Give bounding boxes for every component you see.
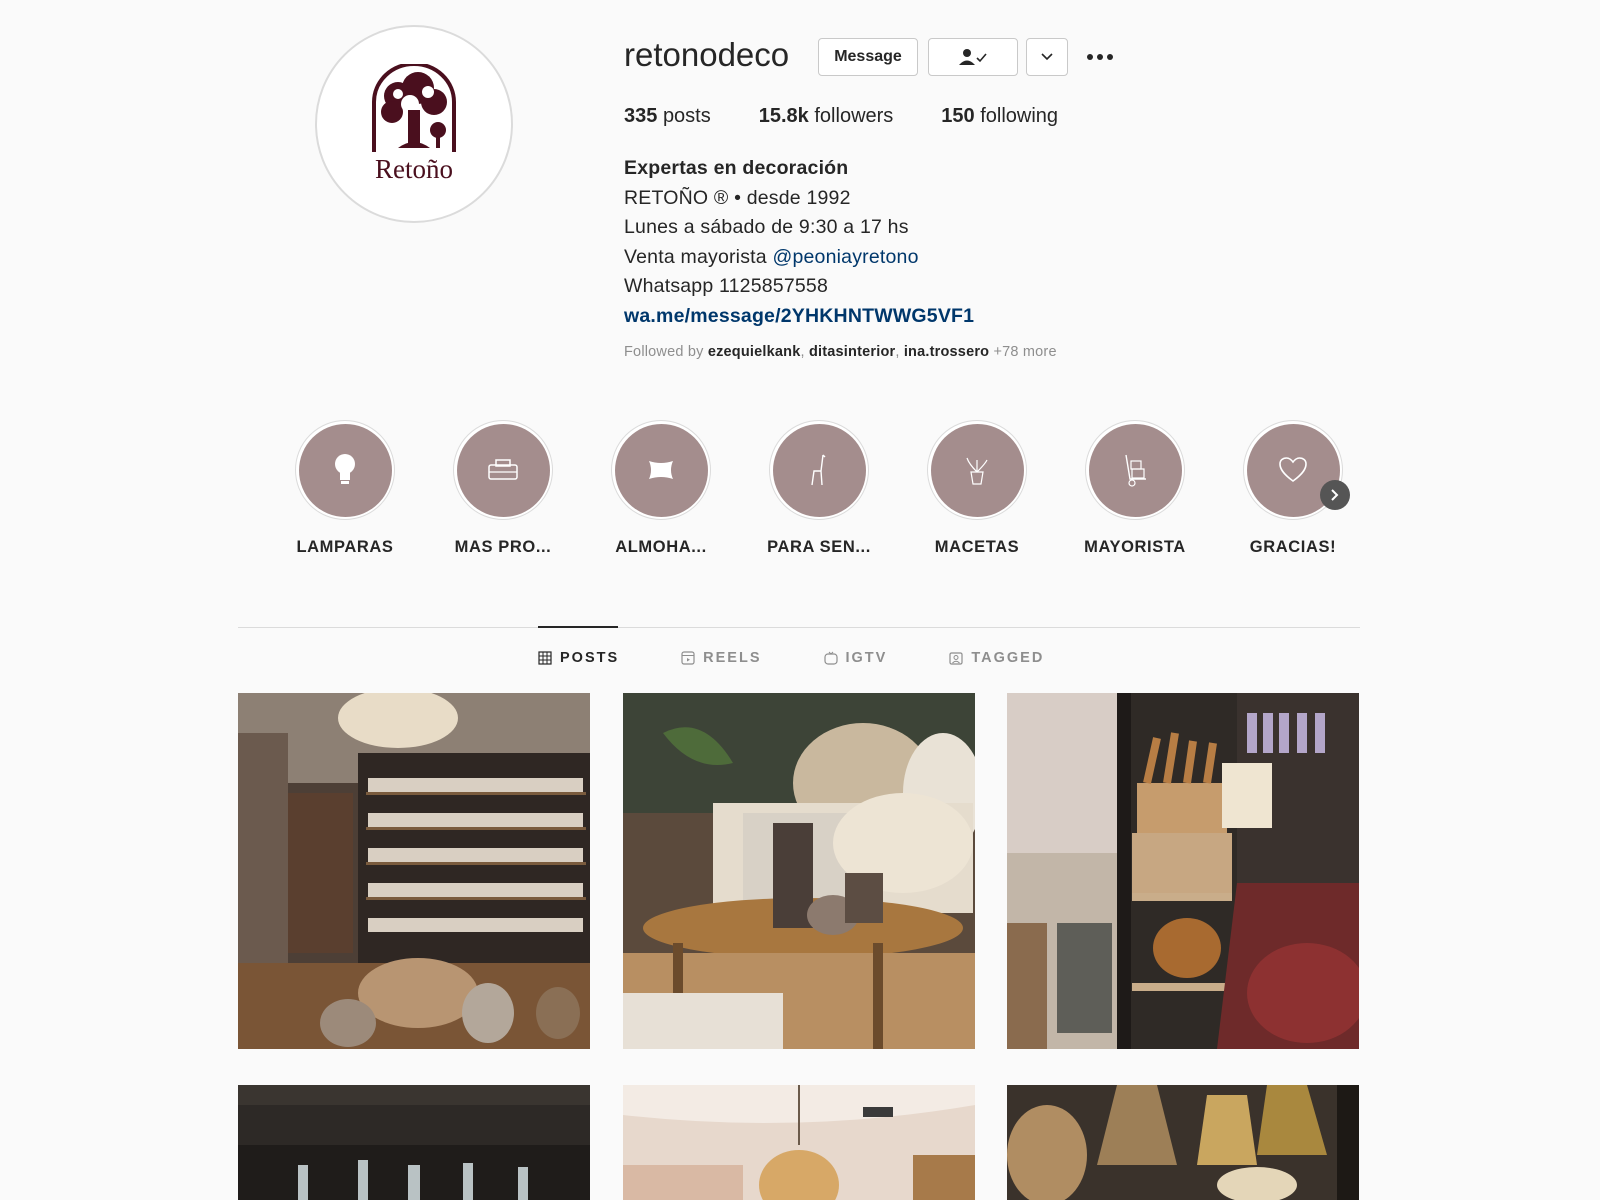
followers-stat[interactable]: 15.8k followers: [759, 105, 894, 128]
post-image-shop-shelves: [238, 693, 590, 1049]
follower-name: ditasinterior: [808, 344, 896, 360]
post-thumbnail[interactable]: [1007, 693, 1359, 1049]
person-check-icon: [959, 49, 987, 65]
suggested-accounts-button[interactable]: [1026, 38, 1068, 76]
story-highlights: LAMPARAS MAS PRO... ALMOHA... PARA SEN..…: [290, 420, 1350, 570]
tagged-icon: [949, 652, 963, 665]
bio-line: RETOÑO ® • desde 1992: [624, 186, 851, 209]
post-image-side-table: [623, 693, 975, 1049]
post-image-wicker-lamps: [1007, 1085, 1359, 1200]
tree-logo-icon: [372, 63, 456, 152]
bio-website-link[interactable]: wa.me/message/2YHKHNTWWG5VF1: [624, 302, 974, 332]
highlight-label: GRACIAS!: [1249, 538, 1337, 556]
post-thumbnail[interactable]: [623, 693, 975, 1049]
chevron-right-icon: [1331, 489, 1339, 501]
post-thumbnail[interactable]: [1007, 1085, 1359, 1200]
highlight-macetas[interactable]: MACETAS: [922, 420, 1032, 557]
tabs-divider: [238, 627, 1360, 628]
post-image-pendant-lamp: [623, 1085, 975, 1200]
highlights-next-button[interactable]: [1320, 480, 1350, 510]
tab-igtv[interactable]: IGTV: [823, 650, 888, 666]
following-button[interactable]: [928, 38, 1018, 76]
highlight-label: LAMPARAS: [296, 538, 394, 556]
tab-reels[interactable]: REELS: [681, 650, 761, 666]
post-image-glass-bottles: [238, 1085, 590, 1200]
highlight-mayorista[interactable]: MAYORISTA: [1080, 420, 1190, 557]
post-thumbnail[interactable]: [238, 693, 590, 1049]
plant-pot-icon: [966, 457, 988, 485]
highlight-label: MACETAS: [934, 538, 1020, 556]
profile-bio: Expertas en decoración RETOÑO ® • desde …: [624, 154, 974, 331]
hand-truck-icon: [1125, 454, 1146, 487]
active-tab-indicator: [538, 626, 618, 628]
highlight-lamparas[interactable]: LAMPARAS: [290, 420, 400, 557]
message-button[interactable]: Message: [818, 38, 918, 76]
highlight-mas-pro[interactable]: MAS PRO...: [448, 420, 558, 557]
highlight-label: MAS PRO...: [454, 538, 552, 556]
grid-icon: [538, 651, 552, 665]
posts-stat: 335 posts: [624, 105, 711, 127]
more-options-button[interactable]: [1084, 42, 1116, 72]
highlight-label: ALMOHA...: [615, 538, 707, 556]
bio-name: Expertas en decoración: [624, 157, 849, 179]
post-thumbnail[interactable]: [238, 1085, 590, 1200]
profile-tabs: POSTS REELS IGTV TAGGED: [538, 650, 1106, 666]
follower-name: ezequielkank: [707, 344, 801, 360]
logo-wordmark: Retoño: [375, 153, 453, 184]
bio-line: Lunes a sábado de 9:30 a 17 hs: [624, 216, 909, 238]
lightbulb-icon: [335, 454, 355, 484]
bio-mention-link[interactable]: @peoniayretono: [772, 246, 918, 268]
profile-username: retonodeco: [624, 36, 790, 73]
highlight-label: MAYORISTA: [1084, 538, 1186, 556]
follower-name: ina.trossero: [903, 344, 990, 360]
followed-by[interactable]: Followed by ezequielkank, ditasinterior,…: [624, 344, 1057, 360]
retono-logo: Retoño: [339, 49, 489, 199]
highlight-almoha[interactable]: ALMOHA...: [606, 420, 716, 557]
highlight-label: PARA SEN...: [767, 538, 871, 556]
sewing-machine-icon: [488, 459, 518, 480]
pillow-icon: [649, 461, 673, 479]
post-image-utensils-baskets: [1007, 693, 1359, 1049]
reels-icon: [681, 651, 695, 665]
more-horizontal-icon: [1087, 54, 1113, 60]
tab-posts[interactable]: POSTS: [538, 650, 619, 666]
post-thumbnail[interactable]: [623, 1085, 975, 1200]
tab-tagged[interactable]: TAGGED: [949, 650, 1044, 666]
bio-line: Venta mayorista @peoniayretono: [624, 245, 919, 268]
chevron-down-icon: [1041, 53, 1053, 61]
profile-stats: 335 posts 15.8k followers 150 following: [624, 105, 1058, 128]
highlight-para-sen[interactable]: PARA SEN...: [764, 420, 874, 557]
chair-icon: [811, 454, 826, 486]
bio-line: Whatsapp 1125857558: [624, 275, 829, 297]
following-stat[interactable]: 150 following: [941, 105, 1058, 128]
igtv-icon: [823, 651, 838, 665]
heart-icon: [1279, 457, 1307, 482]
profile-avatar[interactable]: Retoño: [315, 25, 513, 223]
